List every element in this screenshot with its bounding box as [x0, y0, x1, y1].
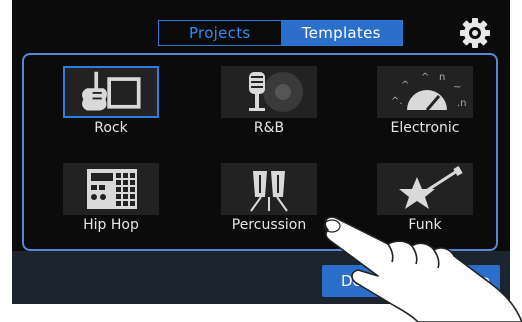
template-label: Percussion [231, 217, 307, 233]
template-rnb[interactable]: R&B [194, 60, 334, 145]
bottom-bar: Detai e [12, 251, 510, 304]
template-hiphop[interactable]: Hip Hop [36, 157, 176, 242]
svg-text:n: n [439, 72, 445, 83]
app-screen: Projects Templates Rock R&B ^. ^ ^ n ~ .… [12, 0, 510, 304]
star-guitar-icon [377, 163, 473, 215]
template-label: Funk [408, 217, 442, 233]
svg-text:^: ^ [401, 80, 409, 91]
tab-projects[interactable]: Projects [159, 21, 281, 45]
synth-knobs-icon: ^. ^ ^ n ~ .n [377, 66, 473, 118]
svg-text:.n: .n [457, 98, 467, 109]
svg-text:~: ~ [453, 82, 461, 93]
detail-button[interactable]: Detai [322, 265, 400, 297]
use-button-label: e [480, 272, 490, 290]
template-label: Hip Hop [83, 217, 139, 233]
svg-text:^.: ^. [391, 96, 403, 107]
microphone-record-icon [221, 66, 317, 118]
drum-machine-icon [63, 163, 159, 215]
template-electronic[interactable]: ^. ^ ^ n ~ .n Electronic [350, 60, 490, 145]
electric-guitar-amp-icon [63, 66, 159, 118]
settings-gear-icon[interactable] [458, 16, 492, 50]
template-percussion[interactable]: Percussion [194, 157, 334, 242]
svg-text:^: ^ [421, 72, 429, 83]
template-label: Electronic [390, 120, 460, 136]
template-rock[interactable]: Rock [36, 60, 176, 145]
tab-templates[interactable]: Templates [280, 21, 402, 45]
template-label: R&B [253, 120, 285, 136]
tab-bar: Projects Templates [158, 20, 403, 46]
templates-grid: Rock R&B ^. ^ ^ n ~ .n Electronic Hip Ho… [22, 53, 498, 251]
congas-icon [221, 163, 317, 215]
use-button[interactable]: e [408, 265, 500, 297]
template-label: Rock [94, 120, 128, 136]
template-funk[interactable]: Funk [350, 157, 490, 242]
